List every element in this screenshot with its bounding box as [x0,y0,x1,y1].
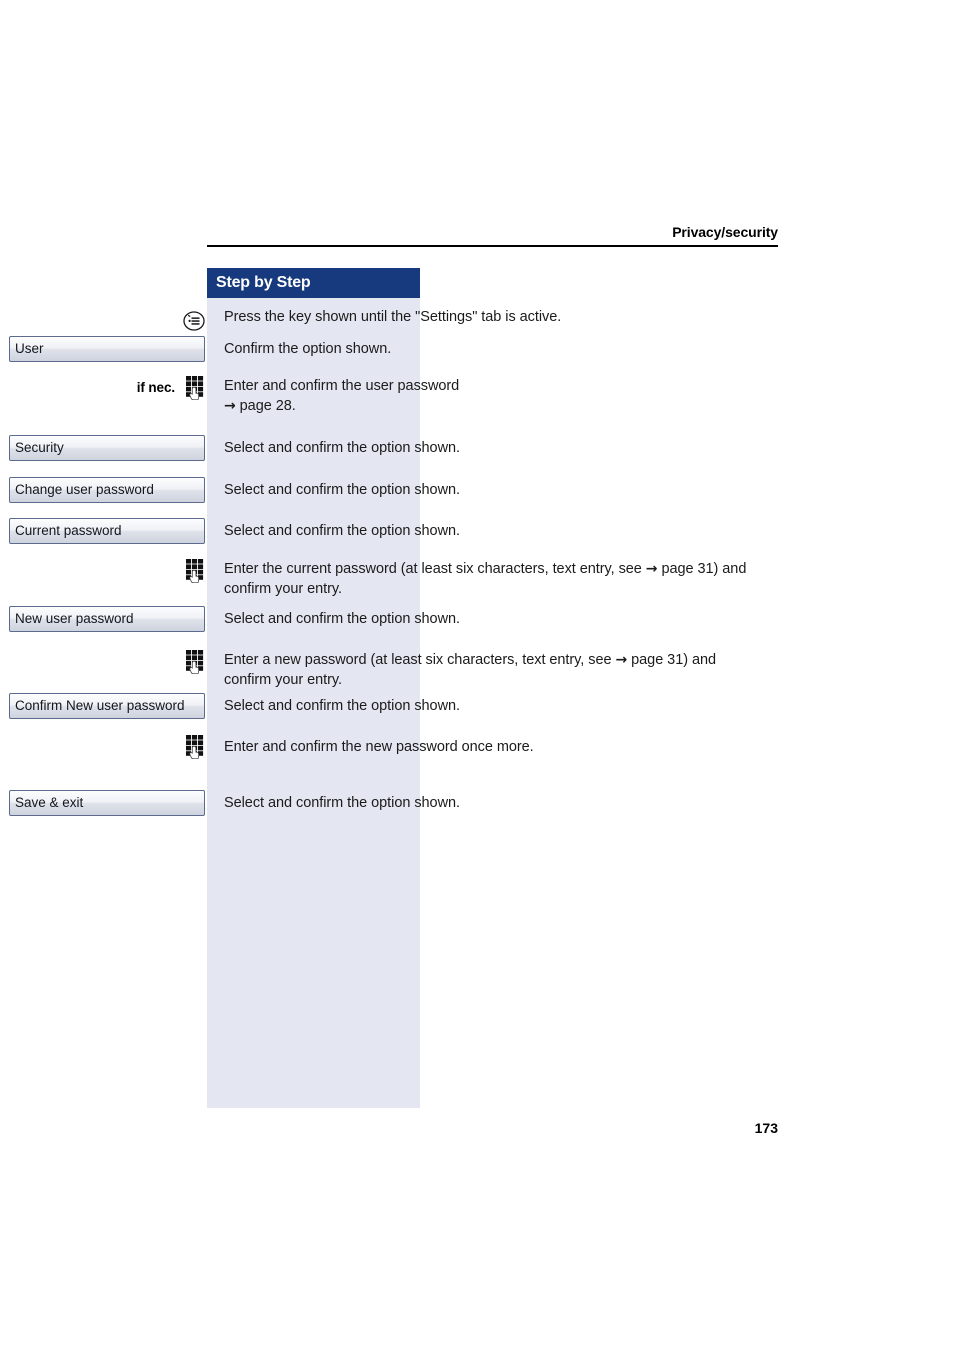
step-row: Enter the current password (at least six… [0,559,747,597]
step-control-cell [0,306,213,334]
step-control-cell [0,735,213,763]
step-row: New user password Select and confirm the … [0,606,747,634]
step-instruction-text: Select and confirm the option shown. [224,795,460,811]
step-instruction-text: Select and confirm the option shown. [224,482,460,498]
step-instruction-text: Select and confirm the option shown. [224,611,460,627]
step-control-cell: Change user password [0,477,213,505]
step-instruction-text: Confirm the option shown. [224,341,392,357]
step-control-cell [0,559,213,587]
step-control-cell: if nec. [0,376,213,404]
step-row: Save & exit Select and confirm the option… [0,790,747,818]
if-necessary-label: if nec. [136,380,175,395]
step-row: Enter and confirm the new password once … [0,735,747,763]
step-control-cell: User [0,336,213,364]
step-row: if nec. Enter and confirm the user passwo… [0,376,747,414]
step-row: Security Select and confirm the option sh… [0,435,747,463]
step-instruction-text: Select and confirm the option shown. [224,523,460,539]
keypad-icon-svg [186,650,204,674]
step-control-cell: Save & exit [0,790,213,818]
option-button[interactable]: Save & exit [9,790,205,816]
step-instruction-text: Enter and confirm the user password → pag… [224,378,460,414]
step-instruction-text: Select and confirm the option shown. [224,440,460,456]
step-row: Enter a new password (at least six chara… [0,650,747,688]
keypad-icon-svg [186,559,204,583]
step-control-cell: Current password [0,518,213,546]
step-instruction-text: Enter a new password (at least six chara… [224,652,717,688]
step-instruction-text: Enter and confirm the new password once … [224,739,534,755]
step-row: Press the key shown until the "Settings"… [0,306,747,334]
page-number: 173 [754,1120,778,1136]
keypad-icon [186,559,205,583]
option-button[interactable]: Confirm New user password [9,693,205,719]
option-button[interactable]: User [9,336,205,362]
step-instruction-text: Press the key shown until the "Settings"… [224,309,562,325]
step-instruction-text: Enter the current password (at least six… [224,561,747,597]
step-instruction-text: Select and confirm the option shown. [224,698,460,714]
step-control-cell: New user password [0,606,213,634]
menu-key-icon-svg [183,311,205,331]
step-control-cell: Security [0,435,213,463]
option-button[interactable]: Change user password [9,477,205,503]
keypad-icon-svg [186,735,204,759]
step-by-step-title: Step by Step [207,268,420,298]
step-row: Confirm New user password Select and conf… [0,693,747,721]
manual-page: Privacy/security Step by Step Press the … [0,0,954,1351]
menu-key-icon [183,310,205,332]
step-control-cell: Confirm New user password [0,693,213,721]
option-button[interactable]: New user password [9,606,205,632]
step-row: Current password Select and confirm the o… [0,518,747,546]
running-head: Privacy/security [672,224,778,240]
option-button[interactable]: Current password [9,518,205,544]
step-control-cell [0,650,213,678]
keypad-icon [186,650,205,674]
keypad-icon-svg [186,376,204,400]
option-button[interactable]: Security [9,435,205,461]
keypad-icon [186,735,205,759]
keypad-icon [186,376,205,400]
step-row: Change user password Select and confirm t… [0,477,747,505]
header-rule [207,245,778,247]
step-row: User Confirm the option shown. [0,336,747,364]
